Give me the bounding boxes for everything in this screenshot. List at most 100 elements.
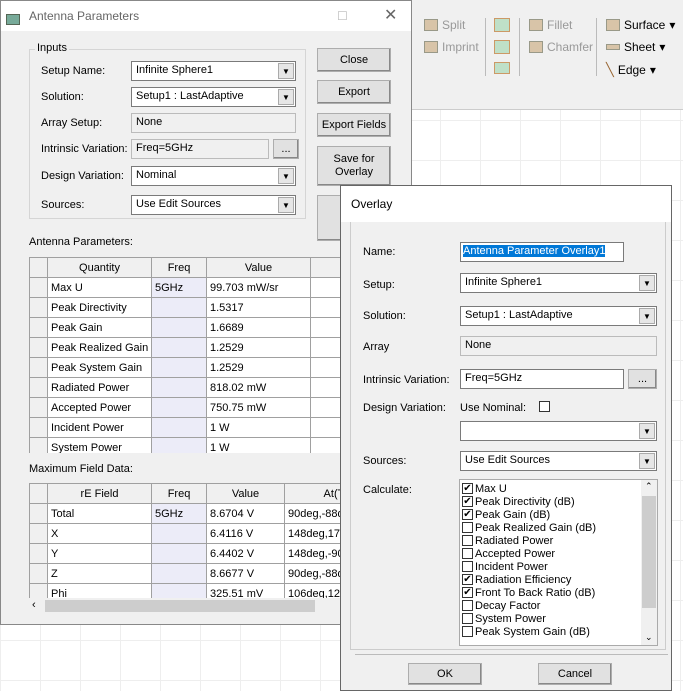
table-row[interactable]: System Power 1 W (29, 437, 341, 453)
checkbox[interactable]: ✔ (462, 587, 473, 598)
column-header[interactable]: Quantity (47, 257, 152, 278)
checkbox[interactable] (462, 613, 473, 624)
row-header[interactable] (29, 563, 48, 584)
column-header[interactable]: Value (206, 483, 285, 504)
scrollbar-thumb[interactable] (45, 600, 315, 612)
column-header[interactable]: Freq (151, 257, 207, 278)
column-header[interactable]: rE Field (47, 483, 152, 504)
checkbox[interactable] (462, 626, 473, 637)
close-icon[interactable]: ✕ (384, 1, 397, 31)
split-button[interactable]: Split (424, 18, 465, 32)
export-fields-button[interactable]: Export Fields (317, 113, 391, 137)
calculate-item[interactable]: ✔ Front To Back Ratio (dB) (460, 586, 657, 599)
table-row[interactable]: Incident Power 1 W (29, 417, 341, 438)
checkbox[interactable]: ✔ (462, 496, 473, 507)
design-variation-select[interactable]: ▼ (460, 421, 657, 441)
setup-select[interactable]: Infinite Sphere1 ▼ (460, 273, 657, 293)
table-row[interactable]: Peak Directivity 1.5317 (29, 297, 341, 318)
row-header[interactable] (29, 317, 48, 338)
row-header[interactable] (29, 277, 48, 298)
calculate-item[interactable]: Accepted Power (460, 547, 657, 560)
table-row[interactable]: Z 8.6677 V90deg,-88deg (29, 563, 341, 584)
solution-select[interactable]: Setup1 : LastAdaptive ▼ (460, 306, 657, 326)
column-header[interactable]: At(Th (284, 483, 341, 504)
intrinsic-browse-button[interactable]: ... (273, 139, 299, 159)
design-variation-select[interactable]: Nominal ▼ (131, 166, 296, 186)
calculate-item[interactable]: ✔ Peak Gain (dB) (460, 508, 657, 521)
row-header[interactable] (29, 437, 48, 453)
checkbox[interactable]: ✔ (462, 574, 473, 585)
calculate-item[interactable]: ✔ Peak Directivity (dB) (460, 495, 657, 508)
checkbox[interactable] (462, 522, 473, 533)
checkbox[interactable]: ✔ (462, 483, 473, 494)
table-row[interactable]: Radiated Power 818.02 mW (29, 377, 341, 398)
ok-button[interactable]: OK (408, 663, 482, 685)
save-for-overlay-button[interactable]: Save for Overlay (317, 146, 391, 186)
surface-menu[interactable]: Surface ▾ (606, 18, 675, 32)
table-row[interactable]: Peak Gain 1.6689 (29, 317, 341, 338)
checkbox[interactable] (462, 600, 473, 611)
export-button[interactable]: Export (317, 80, 391, 104)
table-row[interactable]: Total5GHz8.6704 V90deg,-88deg (29, 503, 341, 524)
table-row[interactable]: X 6.4116 V 148deg,176 (29, 523, 341, 544)
table-row[interactable]: Y 6.4402 V 148deg,-90 (29, 543, 341, 564)
sweep-icon[interactable] (494, 62, 510, 74)
checkbox[interactable] (462, 535, 473, 546)
setup-name-select[interactable]: Infinite Sphere1 ▼ (131, 61, 296, 81)
imprint-button[interactable]: Imprint (424, 40, 479, 54)
table-row[interactable]: Peak System Gain 1.2529 (29, 357, 341, 378)
chamfer-button[interactable]: Chamfer (529, 40, 593, 54)
fillet-button[interactable]: Fillet (529, 18, 572, 32)
sources-select[interactable]: Use Edit Sources ▼ (460, 451, 657, 471)
calculate-item[interactable]: ✔ Max U (460, 482, 657, 495)
table-row[interactable]: Max U 5GHz 99.703 mW/sr (29, 277, 341, 298)
row-header[interactable] (29, 503, 48, 524)
calculate-item[interactable]: Decay Factor (460, 599, 657, 612)
calculate-item[interactable]: Radiated Power (460, 534, 657, 547)
checkbox[interactable] (462, 561, 473, 572)
scroll-left-icon[interactable]: ‹ (32, 599, 36, 611)
transform-icon[interactable] (494, 18, 510, 32)
calculate-item[interactable]: ✔ Radiation Efficiency (460, 573, 657, 586)
solution-select[interactable]: Setup1 : LastAdaptive ▼ (131, 87, 296, 107)
row-header[interactable] (29, 543, 48, 564)
sheet-menu[interactable]: Sheet ▾ (606, 40, 665, 54)
horizontal-scrollbar[interactable]: ‹ (29, 598, 341, 614)
row-header[interactable] (29, 417, 48, 438)
row-header[interactable] (29, 583, 48, 598)
calculate-item-label: Accepted Power (475, 547, 556, 560)
edge-menu[interactable]: ╲ Edge ▾ (606, 62, 656, 78)
calculate-item[interactable]: Incident Power (460, 560, 657, 573)
wrap-icon[interactable] (494, 40, 510, 54)
name-input[interactable]: Antenna Parameter Overlay1 (460, 242, 624, 262)
scroll-up-icon[interactable]: ⌃ (645, 481, 653, 492)
calculate-item[interactable]: Peak Realized Gain (dB) (460, 521, 657, 534)
checkbox[interactable] (462, 548, 473, 559)
sources-select[interactable]: Use Edit Sources ▼ (131, 195, 296, 215)
row-header[interactable] (29, 377, 48, 398)
table-row[interactable]: Accepted Power 750.75 mW (29, 397, 341, 418)
use-nominal-checkbox[interactable] (539, 401, 550, 412)
chevron-down-icon: ▼ (639, 423, 655, 439)
vertical-scrollbar[interactable]: ⌃ ⌄ (641, 480, 657, 645)
maximize-icon[interactable]: ☐ (337, 1, 348, 31)
calculate-list[interactable]: ✔ Max U ✔ Peak Directivity (dB) ✔ Peak Gain (… (459, 479, 658, 646)
row-header[interactable] (29, 297, 48, 318)
checkbox[interactable]: ✔ (462, 509, 473, 520)
row-header[interactable] (29, 397, 48, 418)
scroll-down-icon[interactable]: ⌄ (645, 632, 653, 643)
column-header[interactable]: Value (206, 257, 311, 278)
column-header[interactable]: Freq (151, 483, 207, 504)
close-button[interactable]: Close (317, 48, 391, 72)
row-header[interactable] (29, 357, 48, 378)
row-header[interactable] (29, 523, 48, 544)
cancel-button[interactable]: Cancel (538, 663, 612, 685)
calculate-item[interactable]: Peak System Gain (dB) (460, 625, 657, 638)
calculate-item-label: Incident Power (475, 560, 548, 573)
table-row[interactable]: Phi 325.51 mV 106deg,124 (29, 583, 341, 598)
calculate-item[interactable]: System Power (460, 612, 657, 625)
scrollbar-thumb[interactable] (642, 496, 656, 608)
row-header[interactable] (29, 337, 48, 358)
intrinsic-browse-button[interactable]: ... (628, 369, 657, 389)
table-row[interactable]: Peak Realized Gain 1.2529 (29, 337, 341, 358)
